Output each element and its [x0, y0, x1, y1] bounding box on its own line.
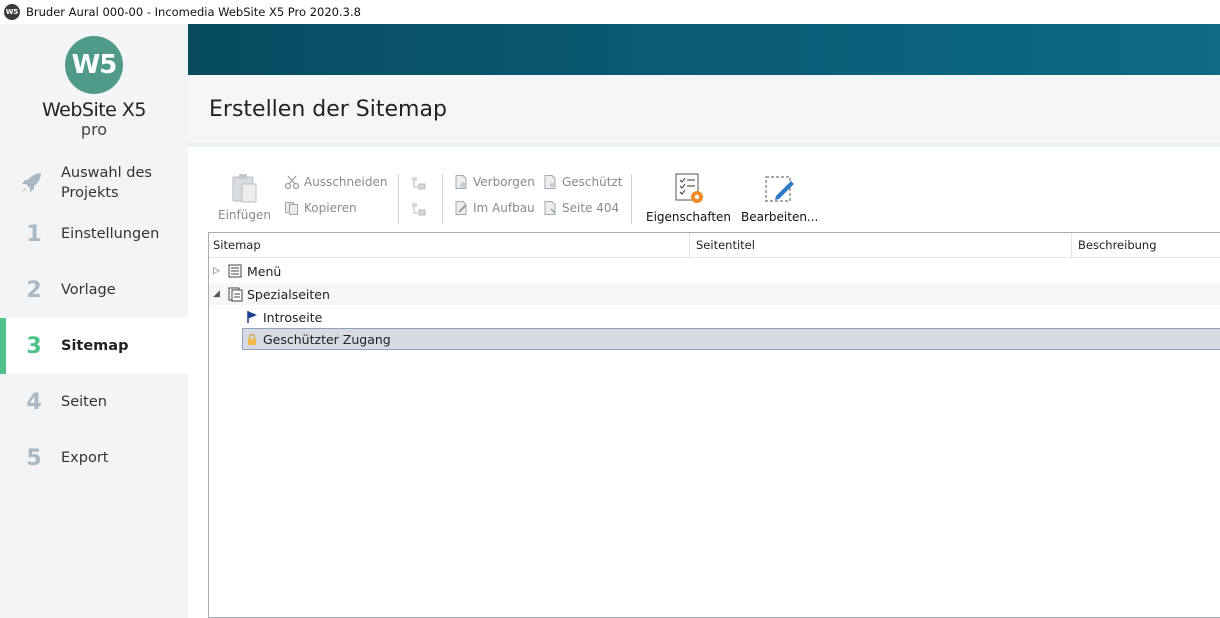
tree-item-label: Menü — [247, 263, 282, 279]
app-icon: W5 — [4, 4, 20, 20]
page-404-icon — [544, 201, 556, 215]
title-bar: W5 Bruder Aural 000-00 - Incomedia WebSi… — [0, 0, 1220, 24]
step-number: 3 — [26, 333, 42, 359]
under-construction-label: Im Aufbau — [473, 201, 535, 215]
step-number: 5 — [26, 445, 42, 471]
toolbar-separator — [631, 174, 632, 224]
protected-button[interactable]: Geschützt — [542, 174, 622, 190]
under-construction-icon — [455, 201, 467, 215]
sidebar-item-label: Auswahl des Projekts — [61, 165, 152, 201]
under-construction-button[interactable]: Im Aufbau — [453, 200, 535, 216]
step-number: 1 — [26, 221, 42, 247]
step-number: 4 — [26, 389, 42, 415]
tree-row-special-pages[interactable]: ◢ Spezialseiten — [209, 283, 1220, 305]
sidebar-item-template[interactable]: 2 Vorlage — [0, 262, 188, 318]
column-header-description[interactable]: Beschreibung — [1071, 233, 1220, 258]
sidebar-item-sitemap[interactable]: 3 Sitemap — [0, 318, 188, 374]
column-header-sitemap[interactable]: Sitemap — [209, 233, 689, 258]
remove-level-icon[interactable] — [410, 201, 428, 217]
tree-item-label: Spezialseiten — [247, 286, 330, 302]
sidebar-item-project-selection[interactable]: Auswahl des Projekts — [0, 155, 188, 211]
sidebar-item-pages[interactable]: 4 Seiten — [0, 374, 188, 430]
protected-page-icon — [544, 175, 556, 189]
toolbar: Einfügen Ausschneiden Kopieren Verborgen… — [188, 150, 1220, 232]
properties-icon — [675, 173, 703, 203]
sitemap-tree[interactable]: Sitemap Seitentitel Beschreibung ▷ Menü … — [208, 232, 1220, 618]
pages-icon — [228, 287, 243, 301]
toolbar-separator — [398, 174, 399, 224]
hidden-button[interactable]: Verborgen — [453, 174, 535, 190]
clipboard-icon — [232, 174, 257, 203]
properties-button[interactable]: Eigenschaften — [646, 172, 731, 224]
paste-button[interactable]: Einfügen — [218, 172, 271, 222]
expand-arrow-icon[interactable]: ▷ — [213, 266, 220, 276]
edit-icon — [765, 176, 794, 202]
sidebar-item-label: Sitemap — [61, 338, 129, 354]
scissors-icon — [284, 175, 300, 190]
flag-icon — [247, 311, 257, 323]
edit-label: Bearbeiten... — [741, 210, 819, 224]
copy-icon — [285, 202, 298, 215]
hidden-page-icon — [455, 175, 467, 189]
header-banner — [188, 24, 1220, 75]
properties-label: Eigenschaften — [646, 210, 732, 224]
rocket-icon — [21, 173, 41, 193]
add-level-icon[interactable] — [410, 175, 428, 191]
edit-button[interactable]: Bearbeiten... — [741, 172, 818, 224]
copy-button[interactable]: Kopieren — [284, 200, 357, 216]
tree-item-label: Introseite — [263, 309, 323, 325]
sidebar-item-label: Einstellungen — [61, 226, 160, 242]
sidebar-item-label: Export — [61, 450, 109, 466]
logo-edition: pro — [80, 120, 108, 139]
copy-label: Kopieren — [304, 201, 357, 215]
menu-icon — [228, 264, 242, 278]
cut-label: Ausschneiden — [304, 175, 388, 189]
toolbar-separator — [442, 174, 443, 224]
sidebar-item-settings[interactable]: 1 Einstellungen — [0, 206, 188, 262]
step-number: 2 — [26, 277, 42, 303]
logo-name: WebSite X5 — [41, 99, 147, 121]
page-404-button[interactable]: Seite 404 — [542, 200, 619, 216]
logo-mark: W5 — [65, 36, 123, 94]
sidebar-item-label: Seiten — [61, 394, 107, 410]
sidebar: W5 WebSite X5 pro Auswahl des Projekts 1 … — [0, 24, 188, 618]
protected-label: Geschützt — [562, 175, 623, 189]
hidden-label: Verborgen — [473, 175, 535, 189]
page-title: Erstellen der Sitemap — [209, 97, 447, 122]
tree-row-protected-access[interactable]: Geschützter Zugang — [242, 328, 1220, 350]
collapse-arrow-icon[interactable]: ◢ — [213, 289, 220, 299]
tree-row-intro-page[interactable]: Introseite — [209, 306, 1220, 328]
window-title: Bruder Aural 000-00 - Incomedia WebSite … — [26, 5, 361, 19]
paste-label: Einfügen — [218, 208, 271, 222]
tree-row-menu[interactable]: ▷ Menü — [209, 260, 1220, 282]
sidebar-item-export[interactable]: 5 Export — [0, 430, 188, 486]
sidebar-item-label: Vorlage — [61, 282, 116, 298]
page-404-label: Seite 404 — [562, 201, 620, 215]
logo: W5 WebSite X5 pro — [0, 24, 188, 144]
column-header-page-title[interactable]: Seitentitel — [689, 233, 1071, 258]
heading-area: Erstellen der Sitemap — [188, 75, 1220, 147]
tree-item-label: Geschützter Zugang — [263, 331, 391, 347]
cut-button[interactable]: Ausschneiden — [284, 174, 387, 190]
lock-icon — [248, 333, 256, 345]
